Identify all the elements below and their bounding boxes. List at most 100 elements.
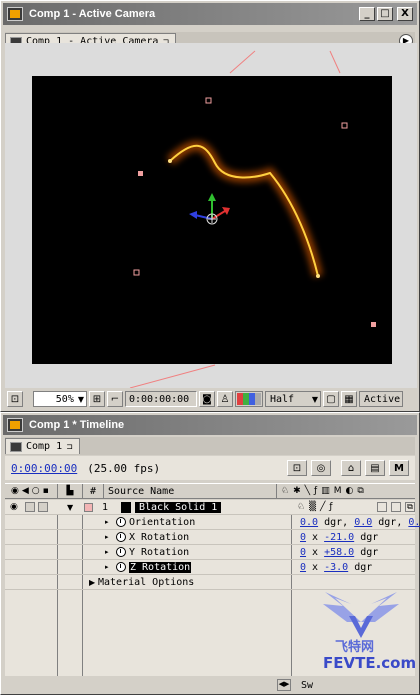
effect-switch-icon[interactable]: ƒ: [329, 502, 332, 512]
watermark-domain: FEVTE.com: [323, 654, 417, 672]
quality-icon: ╲: [304, 486, 311, 496]
close-button[interactable]: X: [397, 7, 413, 21]
visibility-eye-icon[interactable]: ◉: [10, 502, 18, 512]
frame-blending-icon[interactable]: ▤: [365, 460, 385, 476]
tab-label: Comp 1: [26, 441, 63, 452]
composition-tab-icon: [10, 441, 22, 452]
current-time-field[interactable]: 0:00:00:00: [125, 391, 197, 407]
stopwatch-icon[interactable]: [116, 517, 126, 527]
property-row-z-rotation[interactable]: ▸ Z Rotation 0 x -3.0 dgr: [5, 560, 415, 575]
y-rotation-value[interactable]: 0 x +58.0 dgr: [300, 547, 378, 558]
twirl-right-icon[interactable]: ▸: [105, 548, 109, 556]
motion-blur-switch-icon: M: [333, 486, 342, 496]
source-name-header[interactable]: Source Name: [104, 486, 276, 497]
comp-flowchart-icon[interactable]: ⊡: [287, 460, 307, 476]
stopwatch-icon[interactable]: [116, 562, 126, 572]
orientation-y[interactable]: 0.0: [354, 517, 372, 528]
property-name: X Rotation: [129, 531, 190, 543]
unit-separator: x: [306, 531, 325, 543]
current-time-display[interactable]: 0:00:00:00: [11, 462, 77, 475]
solo-toggle[interactable]: [38, 502, 48, 512]
twirl-right-icon[interactable]: ▶: [89, 578, 95, 587]
camera-view-select[interactable]: Active: [359, 391, 403, 407]
watermark-brand: 飞特网: [335, 640, 375, 655]
switches-modes-toggle[interactable]: Sw: [301, 680, 313, 691]
collapse-switch-icon[interactable]: ▒: [309, 502, 316, 512]
shy-switch-icon[interactable]: ♘: [297, 502, 305, 512]
audio-toggle[interactable]: [25, 502, 35, 512]
twirl-down-icon[interactable]: ▼: [67, 503, 73, 512]
composition-viewer[interactable]: [5, 43, 417, 388]
comp-toolbar: ⊡ 50% ▼ ⊞ ⌐ 0:00:00:00 ◙ ♙ Half ▼ ▢ ▦ Ac…: [5, 389, 417, 409]
z-rotation-value[interactable]: 0 x -3.0 dgr: [300, 562, 372, 573]
chevron-down-icon: ▼: [311, 394, 318, 404]
stopwatch-icon[interactable]: [116, 547, 126, 557]
viewer-canvas: [32, 50, 392, 388]
degrees[interactable]: -21.0: [324, 532, 354, 543]
property-row-x-rotation[interactable]: ▸ X Rotation 0 x -21.0 dgr: [5, 530, 415, 545]
orientation-value[interactable]: 0.0 dgr, 0.0 dgr, 0.0: [300, 517, 420, 528]
comp-title-bar[interactable]: Comp 1 - Active Camera _ □ X: [3, 3, 417, 25]
alpha-channel-swatch[interactable]: [255, 393, 261, 405]
region-of-interest-icon[interactable]: ▢: [323, 391, 339, 407]
unit-label: dgr: [354, 546, 379, 558]
tab-close-icon[interactable]: ⊐: [66, 442, 73, 451]
live-update-icon[interactable]: ◎: [311, 460, 331, 476]
stopwatch-icon[interactable]: [116, 532, 126, 542]
twirl-right-icon[interactable]: ▸: [105, 533, 109, 541]
twirl-right-icon[interactable]: ▸: [105, 518, 109, 526]
zoom-value: 50%: [55, 393, 74, 405]
show-snapshot-icon[interactable]: ♙: [217, 391, 233, 407]
layer-label-color[interactable]: [84, 502, 93, 512]
lock-icon: ▪: [42, 486, 49, 496]
layer-handle[interactable]: [138, 171, 143, 176]
property-group-material-options[interactable]: ▶ Material Options: [5, 575, 415, 590]
motion-blur-checkbox[interactable]: [377, 502, 387, 512]
path-keyframe-end[interactable]: [316, 274, 320, 278]
draft-3d-icon[interactable]: ⌂: [341, 460, 361, 476]
av-features-header: ◉ ◀ ○ ▪: [5, 486, 57, 496]
property-name-selected[interactable]: Z Rotation: [129, 561, 192, 573]
degrees[interactable]: +58.0: [324, 547, 354, 558]
property-row-orientation[interactable]: ▸ Orientation 0.0 dgr, 0.0 dgr, 0.0: [5, 515, 420, 530]
title-action-safe-icon[interactable]: ⊞: [89, 391, 105, 407]
channel-buttons[interactable]: [235, 391, 263, 407]
camera-frustum-line: [229, 50, 256, 74]
collapse-icon: ✱: [293, 486, 301, 496]
degrees[interactable]: -3.0: [324, 562, 348, 573]
solid-thumbnail-icon: [121, 501, 131, 513]
zoom-select[interactable]: 50% ▼: [33, 391, 87, 407]
orientation-z[interactable]: 0.0: [408, 517, 420, 528]
unit-separator: dgr,: [372, 516, 409, 528]
timeline-layer-area: ◉ ▼ 1 Black Solid 1 ♘ ▒ ╱ ƒ ⧉ ▸ Orientat…: [5, 500, 420, 676]
adjustment-checkbox[interactable]: [391, 502, 401, 512]
minimize-button[interactable]: _: [359, 7, 375, 21]
twirl-right-icon[interactable]: ▸: [105, 563, 109, 571]
property-row-y-rotation[interactable]: ▸ Y Rotation 0 x +58.0 dgr: [5, 545, 415, 560]
transparency-grid-icon[interactable]: ▦: [341, 391, 357, 407]
layer-row[interactable]: ◉ ▼ 1 Black Solid 1 ♘ ▒ ╱ ƒ ⧉: [5, 500, 415, 515]
motion-blur-icon[interactable]: M: [389, 460, 409, 476]
quality-switch-icon[interactable]: ╱: [320, 502, 325, 512]
snapshot-camera-icon[interactable]: ◙: [199, 391, 215, 407]
always-preview-icon[interactable]: ⊡: [7, 391, 23, 407]
effect-icon: ƒ: [314, 486, 318, 496]
maximize-button[interactable]: □: [377, 7, 393, 21]
x-rotation-value[interactable]: 0 x -21.0 dgr: [300, 532, 378, 543]
resolution-select[interactable]: Half ▼: [265, 391, 321, 407]
tab-comp-1[interactable]: Comp 1 ⊐: [5, 438, 80, 454]
timeline-header: 0:00:00:00 (25.00 fps) ⊡ ◎ ⌂ ▤ M: [5, 456, 415, 480]
timeline-tab-row: Comp 1 ⊐: [5, 437, 415, 455]
orientation-x[interactable]: 0.0: [300, 517, 318, 528]
label-color-header-icon: ▙: [66, 486, 74, 496]
path-keyframe-start[interactable]: [168, 159, 172, 163]
unit-label: dgr: [354, 531, 379, 543]
property-name: Orientation: [129, 516, 196, 528]
camera-frustum-line: [329, 50, 341, 74]
layer-handle[interactable]: [371, 322, 376, 327]
grid-icon[interactable]: ⌐: [107, 391, 123, 407]
expand-collapse-icon[interactable]: ◀▶: [277, 679, 291, 691]
3d-layer-checkbox[interactable]: ⧉: [405, 502, 415, 512]
timeline-title-bar[interactable]: Comp 1 * Timeline: [3, 415, 417, 435]
layer-name[interactable]: Black Solid 1: [135, 501, 222, 513]
